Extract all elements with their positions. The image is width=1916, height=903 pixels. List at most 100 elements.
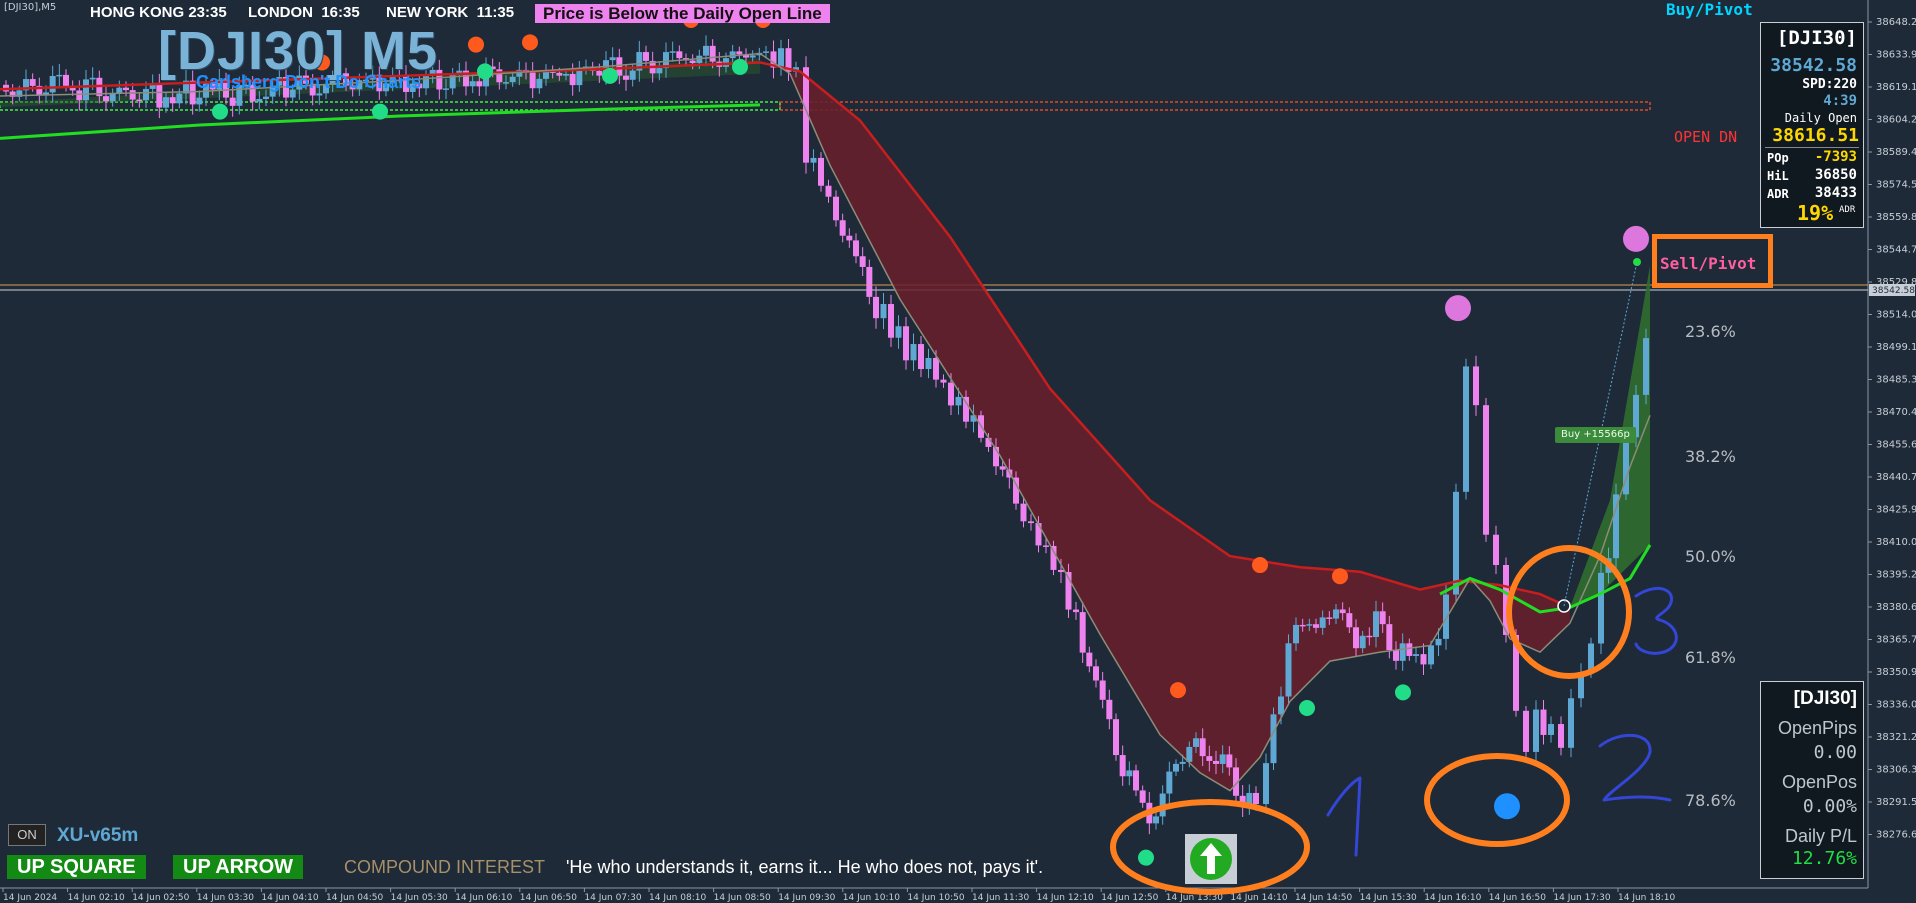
candle-body [955, 396, 962, 406]
candle-body [1533, 709, 1539, 752]
candle-body [103, 96, 109, 102]
candle-body [89, 77, 96, 80]
signal-dot [468, 36, 484, 53]
candle-body [1353, 627, 1359, 649]
candle-body [1126, 770, 1133, 777]
candle-body [1313, 624, 1319, 628]
candle-body [1548, 724, 1554, 735]
candle-body [1366, 635, 1373, 638]
window-label: [DJI30],M5 [4, 2, 57, 13]
candle-body [623, 75, 629, 80]
candle-body [1253, 792, 1259, 805]
up-arrow-button[interactable]: UP ARROW [173, 855, 303, 879]
candle-body [1393, 650, 1399, 661]
x-tick-label: 14 Jun 15:30 [1360, 893, 1417, 903]
session-name: NEW YORK [386, 4, 469, 21]
up-square-button[interactable]: UP SQUARE [7, 855, 146, 879]
fib-label: 78.6% [1685, 791, 1736, 810]
info-panel: [DJI30] 38542.58 SPD:220 4:39 Daily Open… [1760, 22, 1864, 228]
price-chart[interactable]: 38648.20 38633.95 38619.10 38604.25 38589.40… [0, 0, 1916, 903]
candle-body [910, 344, 917, 361]
session-time: 23:35 [188, 4, 227, 21]
candle-body [509, 76, 516, 83]
x-tick-label: 14 Jun 10:10 [843, 893, 900, 903]
candle-body [763, 51, 769, 53]
candle-body [1420, 654, 1427, 665]
daily-open-value: 38616.51 [1772, 125, 1859, 146]
candle-body [880, 304, 887, 319]
candle-body [1435, 638, 1442, 646]
y-tick-label: 38276.65 [1876, 830, 1916, 841]
candle-body [689, 60, 696, 64]
signal-dot [1170, 682, 1186, 699]
candle-body [895, 326, 902, 338]
candle-body [1293, 624, 1299, 644]
candle-body [1179, 761, 1186, 764]
candle-body [1306, 624, 1313, 626]
candle-body [1346, 613, 1353, 628]
candle-body [1106, 699, 1113, 720]
y-tick-label: 38485.30 [1876, 375, 1916, 386]
candle-body [1035, 523, 1042, 546]
candle-body [1463, 366, 1469, 492]
pop-value: -7393 [1814, 149, 1857, 165]
price-status-banner: Price is Below the Daily Open Line [535, 4, 830, 23]
candle-body [656, 68, 663, 74]
session-time: 11:35 [476, 4, 515, 21]
x-tick-label: 14 Jun 06:10 [455, 893, 512, 903]
open-dn-label: OPEN DN [1674, 128, 1738, 146]
candle-body [985, 437, 992, 447]
signal-dot [1623, 225, 1649, 252]
candle-body [229, 97, 236, 106]
daily-open-label: Daily Open [1784, 111, 1857, 125]
candle-body [1058, 569, 1064, 573]
info-spread: SPD:220 [1802, 77, 1857, 92]
candle-body [176, 93, 183, 104]
candle-body [189, 80, 196, 105]
candle-body [1339, 609, 1346, 614]
candle-body [1050, 545, 1057, 570]
y-tick-label: 38365.75 [1876, 635, 1916, 646]
candle-body [1428, 645, 1434, 665]
candle-body [1523, 710, 1529, 752]
buy-pivot-label: Buy/Pivot [1666, 0, 1753, 19]
candle-body [83, 79, 89, 101]
x-tick-label: 14 Jun 07:30 [584, 893, 641, 903]
daily-pl-value: 12.76% [1791, 848, 1857, 869]
candle-body [1326, 617, 1333, 619]
candle-body [1333, 609, 1339, 619]
candle-body [873, 296, 879, 319]
candle-body [1153, 816, 1159, 824]
x-tick-label: 14 Jun 02:10 [68, 893, 125, 903]
y-tick-label: 38633.95 [1876, 50, 1916, 61]
hil-value: 36850 [1814, 167, 1857, 183]
signal-dot [1445, 295, 1471, 322]
candle-body [1386, 624, 1393, 651]
candle-body [1483, 405, 1489, 535]
candle-body [1406, 643, 1413, 656]
info-timer: 4:39 [1823, 93, 1857, 109]
candle-body [1173, 763, 1179, 772]
candle-body [536, 78, 543, 89]
candle-body [1285, 643, 1292, 697]
candle-body [109, 93, 116, 102]
on-toggle[interactable]: ON [8, 824, 46, 846]
candle-body [818, 157, 824, 186]
candle-body [529, 72, 536, 89]
signal-dot [1332, 568, 1348, 585]
y-tick-label: 38336.05 [1876, 700, 1916, 711]
open-pips-label: OpenPips [1777, 718, 1857, 738]
x-tick-label: 14 Jun 11:30 [972, 893, 1029, 903]
x-tick-label: 14 Jun 17:30 [1553, 893, 1610, 903]
candle-body [76, 90, 83, 101]
daily-pl-label: Daily P/L [1784, 826, 1857, 846]
candle-body [629, 70, 636, 80]
x-tick-label: 14 Jun 08:10 [649, 893, 706, 903]
candle-body [1226, 754, 1233, 768]
candle-body [1319, 617, 1326, 628]
candle-body [723, 58, 729, 67]
candle-body [940, 379, 947, 383]
candle-body [643, 52, 649, 61]
candle-body [1199, 738, 1206, 757]
candle-body [1598, 572, 1604, 644]
